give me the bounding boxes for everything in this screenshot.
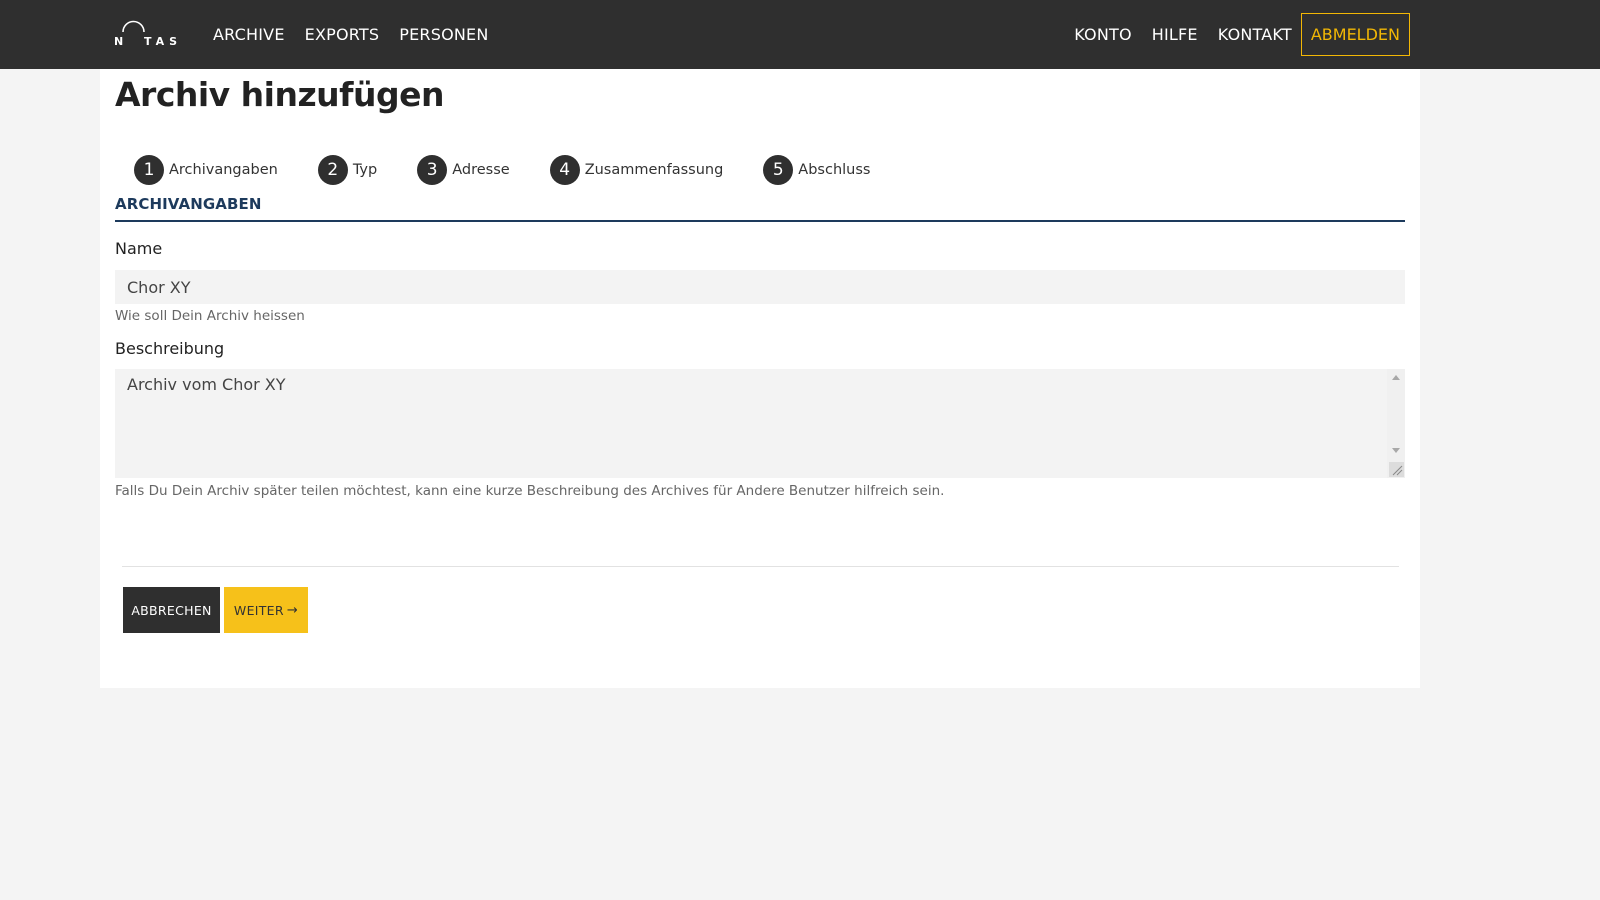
cancel-button-label: ABBRECHEN	[131, 602, 212, 618]
logo-icon: N TAS	[114, 20, 182, 48]
next-button[interactable]: WEITER →	[224, 587, 308, 633]
name-help-text: Wie soll Dein Archiv heissen	[115, 308, 305, 324]
name-input[interactable]	[115, 270, 1405, 304]
user-navigation: KONTO HILFE KONTAKT ABMELDEN	[1074, 0, 1410, 69]
nav-kontakt[interactable]: KONTAKT	[1218, 25, 1292, 44]
svg-text:TAS: TAS	[144, 35, 182, 48]
description-textarea[interactable]: Archiv vom Chor XY	[115, 369, 1405, 478]
next-button-label: WEITER	[233, 602, 284, 618]
nav-hilfe[interactable]: HILFE	[1152, 25, 1198, 44]
description-help-text: Falls Du Dein Archiv später teilen möcht…	[115, 483, 945, 499]
cancel-button[interactable]: ABBRECHEN	[123, 587, 220, 633]
step-number: 3	[417, 155, 448, 185]
step-label: Typ	[352, 162, 378, 178]
section-title: ARCHIVANGABEN	[115, 195, 1405, 222]
step-typ: 2 Typ	[317, 155, 378, 185]
step-number: 1	[134, 155, 164, 185]
step-number: 2	[317, 155, 348, 185]
logo[interactable]: N TAS	[114, 18, 182, 48]
description-label: Beschreibung	[115, 339, 225, 358]
step-number: 5	[763, 155, 794, 185]
logout-button[interactable]: ABMELDEN	[1300, 13, 1410, 56]
step-label: Zusammenfassung	[584, 162, 724, 178]
divider	[122, 566, 1399, 567]
step-label: Adresse	[452, 162, 510, 178]
nav-archive[interactable]: ARCHIVE	[213, 25, 285, 44]
resize-handle-icon[interactable]	[1389, 462, 1404, 477]
nav-exports[interactable]: EXPORTS	[305, 25, 380, 44]
top-navigation-bar: N TAS ARCHIVE EXPORTS PERSONEN KONTO HIL…	[0, 0, 1600, 69]
scroll-up-arrow-icon[interactable]	[1392, 375, 1400, 380]
name-label: Name	[115, 239, 163, 258]
description-value: Archiv vom Chor XY	[127, 375, 286, 394]
page-title: Archiv hinzufügen	[115, 75, 445, 114]
step-abschluss: 5 Abschluss	[763, 155, 870, 185]
step-label: Archivangaben	[169, 162, 278, 178]
step-zusammenfassung: 4 Zusammenfassung	[549, 155, 724, 185]
step-adresse: 3 Adresse	[417, 155, 510, 185]
svg-text:N: N	[114, 35, 124, 48]
step-label: Abschluss	[798, 162, 871, 178]
nav-konto[interactable]: KONTO	[1074, 25, 1132, 44]
main-navigation: ARCHIVE EXPORTS PERSONEN	[213, 0, 489, 69]
step-number: 4	[549, 155, 580, 185]
wizard-steps: 1 Archivangaben 2 Typ 3 Adresse 4 Zusamm…	[134, 155, 870, 185]
content-panel: Archiv hinzufügen 1 Archivangaben 2 Typ …	[100, 69, 1420, 688]
nav-personen[interactable]: PERSONEN	[399, 25, 488, 44]
step-archivangaben: 1 Archivangaben	[134, 155, 278, 185]
scroll-down-arrow-icon[interactable]	[1392, 448, 1400, 453]
arrow-right-icon: →	[286, 602, 299, 618]
